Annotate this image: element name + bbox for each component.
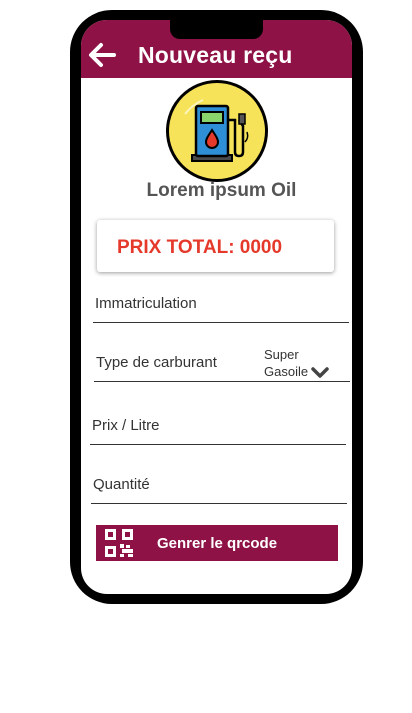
fuel-option-gasoile: Gasoile xyxy=(264,364,309,379)
immatriculation-label: Immatriculation xyxy=(95,295,197,312)
chevron-down-icon[interactable] xyxy=(311,367,329,379)
generate-qrcode-button[interactable]: Genrer le qrcode xyxy=(96,525,338,561)
fuel-type-options: Super Gasoile xyxy=(264,346,308,380)
fuel-option-super: Super xyxy=(264,347,299,362)
immatriculation-field[interactable]: Immatriculation xyxy=(93,285,349,323)
generate-qrcode-label: Genrer le qrcode xyxy=(157,535,278,552)
total-price: PRIX TOTAL: 0000 xyxy=(117,237,283,258)
page-title: Nouveau reçu xyxy=(138,42,293,68)
price-per-litre-field[interactable]: Prix / Litre xyxy=(90,407,346,445)
price-per-litre-label: Prix / Litre xyxy=(92,417,160,434)
fuel-type-select[interactable]: Type de carburant Super Gasoile xyxy=(94,344,350,382)
total-card: PRIX TOTAL: 0000 xyxy=(97,220,334,272)
gas-pump-icon xyxy=(166,80,268,182)
fuel-type-label: Type de carburant xyxy=(96,354,217,371)
app-screen: Nouveau reçu Lorem ipsum Oil PRIX TOTAL:… xyxy=(81,20,352,594)
phone-notch xyxy=(170,15,263,39)
quantity-label: Quantité xyxy=(93,476,150,493)
arrow-left-icon[interactable] xyxy=(88,42,116,68)
station-name: Lorem ipsum Oil xyxy=(146,180,297,201)
qrcode-icon xyxy=(105,529,133,557)
quantity-field[interactable]: Quantité xyxy=(91,466,347,504)
